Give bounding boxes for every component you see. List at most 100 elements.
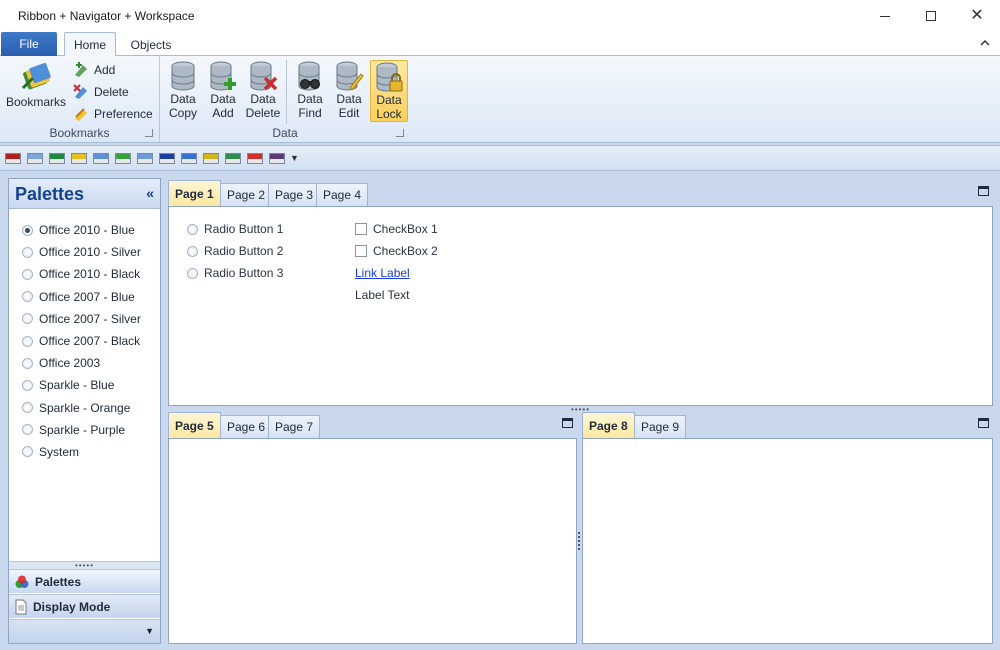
data-dialog-launcher-icon[interactable] [396,129,404,137]
data-delete-button[interactable]: Data Delete [244,60,282,122]
flag-icon[interactable] [137,153,153,164]
palette-radio [22,357,33,369]
tab-page-9[interactable]: Page 9 [634,415,687,438]
palette-option[interactable]: System [9,441,160,463]
data-group-separator [286,60,287,124]
data-add-button[interactable]: Data Add [204,60,242,122]
palettes-nav-button[interactable]: Palettes [9,569,160,593]
data-find-label-2: Find [298,106,322,120]
palette-radio [22,446,33,458]
file-tab[interactable]: File [1,32,57,56]
tab-objects[interactable]: Objects [122,32,180,57]
tab-page-1[interactable]: Page 1 [168,180,221,206]
radio-button-1[interactable]: Radio Button 1 [187,221,283,237]
tab-page-7[interactable]: Page 7 [268,415,321,438]
maximize-cell-icon[interactable] [978,418,989,428]
collapse-chevron-icon[interactable]: « [146,185,154,201]
add-bookmark-button[interactable]: Add [72,60,115,80]
palette-option-label: Office 2010 - Blue [39,223,135,238]
add-bookmark-icon [75,62,87,77]
palette-option[interactable]: Office 2010 - Black [9,263,160,285]
maximize-button[interactable] [908,0,954,32]
palette-option[interactable]: Office 2010 - Silver [9,241,160,263]
toolbar-overflow-icon[interactable]: ▼ [290,153,299,163]
data-find-button[interactable]: Data Find [291,60,329,122]
flag-icon[interactable] [93,153,109,164]
tab-page-8[interactable]: Page 8 [582,412,635,438]
flag-icon[interactable] [115,153,131,164]
palette-option[interactable]: Office 2007 - Blue [9,286,160,308]
workspace-cell-bottom-right: Page 8 Page 9 [582,412,993,644]
palettes-nav-label: Palettes [35,574,82,589]
link-label[interactable]: Link Label [355,266,410,280]
maximize-icon [926,11,936,21]
delete-bookmark-icon [73,84,87,99]
flag-icon[interactable] [203,153,219,164]
maximize-cell-icon[interactable] [562,418,573,428]
bookmarks-button[interactable]: Bookmarks [6,60,66,109]
ribbon-minimize-icon[interactable] [978,38,992,50]
title-bar: Ribbon + Navigator + Workspace ✕ [0,0,1000,32]
data-group: Data Copy Data Add Data Delete Data Find… [160,56,410,142]
close-button[interactable]: ✕ [954,0,1000,32]
palette-option[interactable]: Office 2003 [9,352,160,374]
bookmarks-icon [21,62,51,90]
flag-icon[interactable] [181,153,197,164]
radio-button-2[interactable]: Radio Button 2 [187,243,283,259]
data-edit-label-1: Data [336,92,362,106]
palette-option[interactable]: Sparkle - Blue [9,374,160,396]
data-edit-button[interactable]: Data Edit [330,60,368,122]
radio-button-3[interactable]: Radio Button 3 [187,265,283,281]
data-copy-button[interactable]: Data Copy [164,60,202,122]
data-lock-button[interactable]: Data Lock [370,60,408,122]
display-mode-nav-label: Display Mode [33,599,111,614]
cell-bottom-right-body [582,438,993,644]
flag-icon[interactable] [225,153,241,164]
display-mode-nav-button[interactable]: Display Mode [9,594,160,618]
workspace-cell-top: Page 1 Page 2 Page 3 Page 4 Radio Button… [168,180,993,406]
palette-option[interactable]: Office 2007 - Silver [9,308,160,330]
tab-page-2[interactable]: Page 2 [220,183,273,206]
palette-option[interactable]: Sparkle - Orange [9,397,160,419]
radio-button-3-label: Radio Button 3 [204,266,284,280]
flag-icon[interactable] [27,153,43,164]
data-lock-label-1: Data [376,93,402,107]
navigator-splitter[interactable]: ••••• [9,561,160,570]
label-text: Label Text [355,288,410,302]
flag-icon[interactable] [247,153,263,164]
flag-icon[interactable] [49,153,65,164]
database-find-icon [298,61,320,91]
delete-label: Delete [94,85,129,99]
workspace-cell-bottom-left: Page 5 Page 6 Page 7 [168,412,577,644]
cell-bottom-right-tabs: Page 8 Page 9 [582,412,993,438]
palette-radio [22,246,33,258]
palette-option[interactable]: Sparkle - Purple [9,419,160,441]
preference-button[interactable]: Preference [72,104,153,124]
ribbon: Bookmarks Add Delete Preference Bookmark… [0,56,1000,143]
tab-home[interactable]: Home [64,32,116,57]
flag-icon[interactable] [159,153,175,164]
tab-page-6[interactable]: Page 6 [220,415,273,438]
flag-icon[interactable] [5,153,21,164]
checkbox-2[interactable]: CheckBox 2 [355,243,438,259]
palette-option-label: Office 2003 [39,356,101,371]
tab-page-5[interactable]: Page 5 [168,412,221,438]
cell-top-tabs: Page 1 Page 2 Page 3 Page 4 [168,180,993,206]
data-find-label-1: Data [297,92,323,106]
database-edit-icon [336,61,364,91]
flag-toolbar: ▼ [0,145,1000,171]
palette-option-label: System [39,444,80,459]
maximize-cell-icon[interactable] [978,186,989,196]
palette-option[interactable]: Office 2010 - Blue [9,219,160,241]
palette-option[interactable]: Office 2007 - Black [9,330,160,352]
bookmarks-dialog-launcher-icon[interactable] [145,129,153,137]
tab-page-3[interactable]: Page 3 [268,183,321,206]
delete-bookmark-button[interactable]: Delete [72,82,129,102]
checkbox-1[interactable]: CheckBox 1 [355,221,438,237]
splitter-grip [578,532,580,550]
overflow-dropdown-icon[interactable]: ▼ [145,626,154,636]
minimize-button[interactable] [862,0,908,32]
flag-icon[interactable] [269,153,285,164]
flag-icon[interactable] [71,153,87,164]
tab-page-4[interactable]: Page 4 [316,183,369,206]
